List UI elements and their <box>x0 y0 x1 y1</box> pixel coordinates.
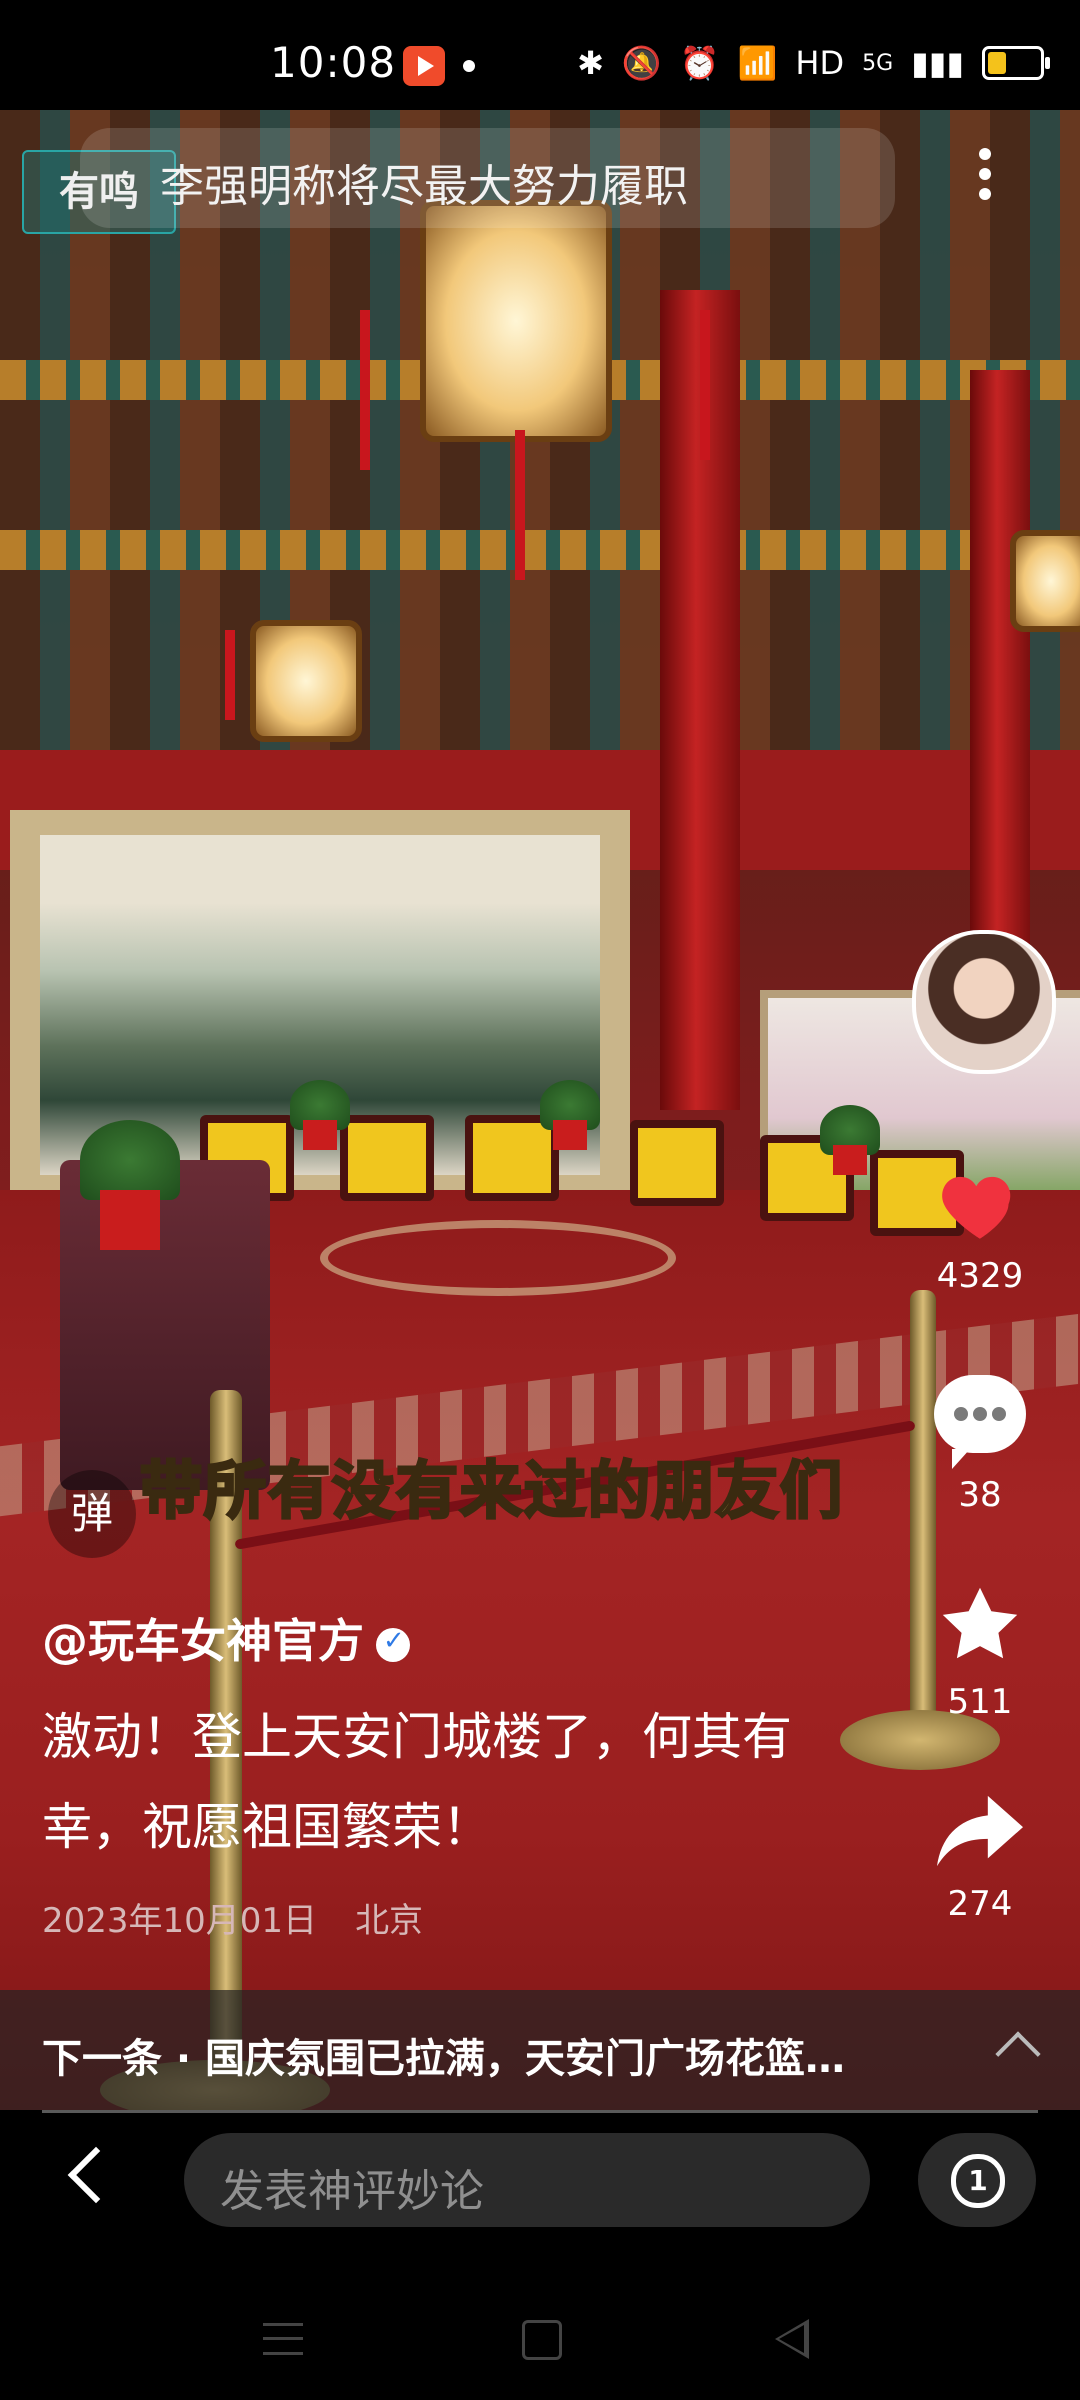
bottom-input-bar: 发表神评妙论 1 <box>0 2113 1080 2253</box>
favorite-button[interactable]: 511 <box>920 1578 1040 1722</box>
alarm-icon: ⏰ <box>679 44 720 82</box>
comment-list-button[interactable]: 1 <box>918 2133 1036 2227</box>
red-pot <box>303 1120 337 1150</box>
favorite-count: 511 <box>947 1682 1013 1722</box>
red-pot <box>100 1190 160 1250</box>
palace-lantern <box>250 620 362 742</box>
signal-icon: ▮▮▮ <box>911 44 964 82</box>
star-icon <box>920 1578 1040 1676</box>
next-video-bar[interactable]: 下一条 · 国庆氛围已拉满，天安门广场花篮… <box>0 1990 1080 2110</box>
wifi-icon: 📶 <box>737 44 778 82</box>
share-button[interactable]: 274 <box>920 1788 1040 1924</box>
post-location: 北京 <box>355 1901 424 1941</box>
comment-input[interactable]: 发表神评妙论 <box>184 2133 870 2227</box>
notification-dot-icon <box>463 60 475 72</box>
author-avatar[interactable] <box>912 930 1056 1074</box>
like-button[interactable]: 4329 <box>920 1160 1040 1296</box>
home-icon[interactable] <box>522 2320 562 2360</box>
share-arrow-icon <box>920 1788 1040 1878</box>
bluetooth-icon: ✱ <box>577 44 604 82</box>
comment-icon <box>934 1375 1026 1469</box>
more-options-icon[interactable] <box>955 142 1015 212</box>
reply-count-icon: 1 <box>951 2154 1005 2208</box>
post-meta: 2023年10月01日 北京 <box>42 1893 423 1942</box>
palace-lantern <box>1010 530 1080 632</box>
red-pillar <box>970 370 1030 1010</box>
headline-text: 李强明称将尽最大努力履职 <box>160 161 688 212</box>
battery-icon <box>982 46 1050 80</box>
yellow-chair <box>340 1115 434 1201</box>
danmaku-toggle-button[interactable]: 弹 <box>48 1470 136 1558</box>
comment-placeholder: 发表神评妙论 <box>220 2166 484 2217</box>
signal-label: 5G <box>862 50 894 76</box>
comment-count: 38 <box>958 1475 1002 1515</box>
status-bar: 10:08 ✱ 🔕 ⏰ 📶 HD 5G ▮▮▮ <box>0 0 1080 110</box>
potted-plant <box>80 1120 180 1200</box>
chevron-up-icon[interactable] <box>995 2031 1041 2077</box>
lantern-tassel <box>225 630 235 720</box>
comment-button[interactable]: 38 <box>920 1375 1040 1515</box>
status-time: 10:08 <box>270 38 397 87</box>
palace-lantern <box>420 200 612 442</box>
share-count: 274 <box>947 1884 1013 1924</box>
system-back-icon[interactable] <box>775 2319 809 2359</box>
mute-icon: 🔕 <box>621 44 662 82</box>
author-name-text: @玩车女神官方 <box>42 1614 364 1668</box>
post-date: 2023年10月01日 <box>42 1901 318 1941</box>
network-label: HD <box>795 44 845 82</box>
ceiling-band <box>0 530 1080 570</box>
red-pot <box>553 1120 587 1150</box>
carpet-medallion <box>320 1220 676 1296</box>
author-name[interactable]: @玩车女神官方 <box>42 1605 410 1671</box>
red-pot <box>833 1145 867 1175</box>
heart-icon <box>935 1160 1025 1250</box>
post-description: 激动！登上天安门城楼了，何其有幸，祝愿祖国繁荣！ <box>42 1708 792 1856</box>
headline-banner[interactable]: 李强明称将尽最大努力履职 <box>80 128 895 228</box>
like-count: 4329 <box>936 1256 1024 1296</box>
status-icons: ✱ 🔕 ⏰ 📶 HD 5G ▮▮▮ <box>577 38 1050 88</box>
video-app-icon <box>403 46 445 86</box>
lantern-tassel <box>700 310 710 460</box>
yellow-chair <box>630 1120 724 1206</box>
verified-badge-icon <box>376 1626 410 1662</box>
lantern-tassel <box>515 430 525 580</box>
recents-icon[interactable] <box>263 2323 303 2355</box>
system-navigation-bar <box>0 2253 1080 2400</box>
next-video-text: 下一条 · 国庆氛围已拉满，天安门广场花篮… <box>42 2036 846 2082</box>
back-arrow-icon[interactable] <box>67 2146 125 2204</box>
video-caption: 带所有没有来过的朋友们 <box>138 1453 845 1529</box>
lantern-tassel <box>360 310 370 470</box>
